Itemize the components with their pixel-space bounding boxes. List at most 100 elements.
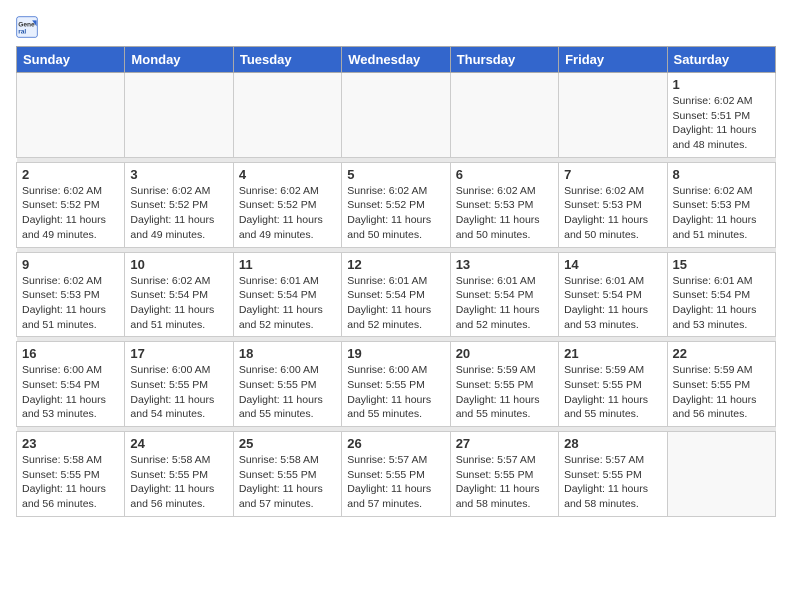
- day-info: Sunrise: 6:01 AMSunset: 5:54 PMDaylight:…: [239, 274, 336, 333]
- day-number: 12: [347, 257, 444, 272]
- day-info: Sunrise: 6:02 AMSunset: 5:53 PMDaylight:…: [673, 184, 770, 243]
- day-number: 22: [673, 346, 770, 361]
- calendar-cell: 16 Sunrise: 6:00 AMSunset: 5:54 PMDayligh…: [17, 342, 125, 427]
- calendar-cell: 24 Sunrise: 5:58 AMSunset: 5:55 PMDayligh…: [125, 432, 233, 517]
- day-number: 8: [673, 167, 770, 182]
- calendar-cell: 23 Sunrise: 5:58 AMSunset: 5:55 PMDayligh…: [17, 432, 125, 517]
- calendar-cell: 20 Sunrise: 5:59 AMSunset: 5:55 PMDayligh…: [450, 342, 558, 427]
- day-info: Sunrise: 6:02 AMSunset: 5:53 PMDaylight:…: [564, 184, 661, 243]
- day-number: 10: [130, 257, 227, 272]
- day-number: 26: [347, 436, 444, 451]
- calendar-week-3: 9Sunrise: 6:02 AMSunset: 5:53 PMDaylight…: [17, 252, 776, 337]
- calendar-cell: 2 Sunrise: 6:02 AMSunset: 5:52 PMDaylight…: [17, 162, 125, 247]
- calendar-cell: 4 Sunrise: 6:02 AMSunset: 5:52 PMDaylight…: [233, 162, 341, 247]
- calendar-week-5: 23 Sunrise: 5:58 AMSunset: 5:55 PMDayligh…: [17, 432, 776, 517]
- calendar-cell: 10 Sunrise: 6:02 AMSunset: 5:54 PMDayligh…: [125, 252, 233, 337]
- day-number: 17: [130, 346, 227, 361]
- calendar-cell: 7 Sunrise: 6:02 AMSunset: 5:53 PMDaylight…: [559, 162, 667, 247]
- logo-icon: Gene ral: [16, 16, 38, 38]
- day-number: 16: [22, 346, 119, 361]
- day-number: 19: [347, 346, 444, 361]
- day-number: 25: [239, 436, 336, 451]
- day-number: 7: [564, 167, 661, 182]
- calendar-cell: 17 Sunrise: 6:00 AMSunset: 5:55 PMDayligh…: [125, 342, 233, 427]
- day-info: Sunrise: 6:01 AMSunset: 5:54 PMDaylight:…: [347, 274, 444, 333]
- day-info: Sunrise: 5:59 AMSunset: 5:55 PMDaylight:…: [673, 363, 770, 422]
- day-info: Sunrise: 5:59 AMSunset: 5:55 PMDaylight:…: [564, 363, 661, 422]
- calendar-cell: 6 Sunrise: 6:02 AMSunset: 5:53 PMDaylight…: [450, 162, 558, 247]
- day-info: Sunrise: 6:02 AMSunset: 5:54 PMDaylight:…: [130, 274, 227, 333]
- calendar-cell: 9Sunrise: 6:02 AMSunset: 5:53 PMDaylight…: [17, 252, 125, 337]
- weekday-header-friday: Friday: [559, 47, 667, 73]
- calendar-week-4: 16 Sunrise: 6:00 AMSunset: 5:54 PMDayligh…: [17, 342, 776, 427]
- calendar-cell: [17, 73, 125, 158]
- day-info: Sunrise: 5:58 AMSunset: 5:55 PMDaylight:…: [130, 453, 227, 512]
- calendar-header-row: SundayMondayTuesdayWednesdayThursdayFrid…: [17, 47, 776, 73]
- weekday-header-thursday: Thursday: [450, 47, 558, 73]
- calendar-cell: [342, 73, 450, 158]
- day-info: Sunrise: 6:01 AMSunset: 5:54 PMDaylight:…: [564, 274, 661, 333]
- day-number: 11: [239, 257, 336, 272]
- day-info: Sunrise: 6:00 AMSunset: 5:55 PMDaylight:…: [130, 363, 227, 422]
- day-number: 27: [456, 436, 553, 451]
- day-number: 15: [673, 257, 770, 272]
- calendar-cell: 18 Sunrise: 6:00 AMSunset: 5:55 PMDayligh…: [233, 342, 341, 427]
- svg-text:ral: ral: [18, 29, 26, 36]
- weekday-header-monday: Monday: [125, 47, 233, 73]
- day-number: 2: [22, 167, 119, 182]
- day-number: 14: [564, 257, 661, 272]
- day-info: Sunrise: 5:58 AMSunset: 5:55 PMDaylight:…: [239, 453, 336, 512]
- calendar-cell: 27 Sunrise: 5:57 AMSunset: 5:55 PMDayligh…: [450, 432, 558, 517]
- calendar-week-1: 1Sunrise: 6:02 AMSunset: 5:51 PMDaylight…: [17, 73, 776, 158]
- calendar-cell: 28 Sunrise: 5:57 AMSunset: 5:55 PMDayligh…: [559, 432, 667, 517]
- calendar-cell: 12 Sunrise: 6:01 AMSunset: 5:54 PMDayligh…: [342, 252, 450, 337]
- day-info: Sunrise: 6:02 AMSunset: 5:52 PMDaylight:…: [347, 184, 444, 243]
- day-info: Sunrise: 6:01 AMSunset: 5:54 PMDaylight:…: [673, 274, 770, 333]
- day-info: Sunrise: 5:59 AMSunset: 5:55 PMDaylight:…: [456, 363, 553, 422]
- day-number: 1: [673, 77, 770, 92]
- day-number: 5: [347, 167, 444, 182]
- calendar-cell: 14 Sunrise: 6:01 AMSunset: 5:54 PMDayligh…: [559, 252, 667, 337]
- day-number: 28: [564, 436, 661, 451]
- calendar-cell: 25 Sunrise: 5:58 AMSunset: 5:55 PMDayligh…: [233, 432, 341, 517]
- day-info: Sunrise: 6:02 AMSunset: 5:53 PMDaylight:…: [456, 184, 553, 243]
- day-info: Sunrise: 6:00 AMSunset: 5:55 PMDaylight:…: [239, 363, 336, 422]
- calendar-cell: 19Sunrise: 6:00 AMSunset: 5:55 PMDayligh…: [342, 342, 450, 427]
- calendar-cell: 1Sunrise: 6:02 AMSunset: 5:51 PMDaylight…: [667, 73, 775, 158]
- calendar-cell: [667, 432, 775, 517]
- day-number: 23: [22, 436, 119, 451]
- calendar-cell: 11 Sunrise: 6:01 AMSunset: 5:54 PMDayligh…: [233, 252, 341, 337]
- day-number: 3: [130, 167, 227, 182]
- day-number: 4: [239, 167, 336, 182]
- day-number: 21: [564, 346, 661, 361]
- day-info: Sunrise: 5:57 AMSunset: 5:55 PMDaylight:…: [456, 453, 553, 512]
- day-number: 13: [456, 257, 553, 272]
- day-info: Sunrise: 6:02 AMSunset: 5:52 PMDaylight:…: [130, 184, 227, 243]
- day-info: Sunrise: 6:01 AMSunset: 5:54 PMDaylight:…: [456, 274, 553, 333]
- day-number: 18: [239, 346, 336, 361]
- day-number: 24: [130, 436, 227, 451]
- calendar: SundayMondayTuesdayWednesdayThursdayFrid…: [16, 46, 776, 517]
- day-info: Sunrise: 5:58 AMSunset: 5:55 PMDaylight:…: [22, 453, 119, 512]
- calendar-cell: 8 Sunrise: 6:02 AMSunset: 5:53 PMDaylight…: [667, 162, 775, 247]
- day-number: 6: [456, 167, 553, 182]
- weekday-header-saturday: Saturday: [667, 47, 775, 73]
- day-info: Sunrise: 5:57 AMSunset: 5:55 PMDaylight:…: [347, 453, 444, 512]
- weekday-header-tuesday: Tuesday: [233, 47, 341, 73]
- calendar-cell: 13 Sunrise: 6:01 AMSunset: 5:54 PMDayligh…: [450, 252, 558, 337]
- calendar-cell: [125, 73, 233, 158]
- calendar-cell: 26 Sunrise: 5:57 AMSunset: 5:55 PMDayligh…: [342, 432, 450, 517]
- calendar-cell: [450, 73, 558, 158]
- day-number: 20: [456, 346, 553, 361]
- day-info: Sunrise: 6:00 AMSunset: 5:54 PMDaylight:…: [22, 363, 119, 422]
- day-number: 9: [22, 257, 119, 272]
- header: Gene ral: [16, 16, 776, 38]
- calendar-cell: 21 Sunrise: 5:59 AMSunset: 5:55 PMDayligh…: [559, 342, 667, 427]
- calendar-cell: [233, 73, 341, 158]
- calendar-cell: 15 Sunrise: 6:01 AMSunset: 5:54 PMDayligh…: [667, 252, 775, 337]
- day-info: Sunrise: 6:02 AMSunset: 5:52 PMDaylight:…: [239, 184, 336, 243]
- svg-text:Gene: Gene: [18, 21, 35, 28]
- day-info: Sunrise: 6:02 AMSunset: 5:52 PMDaylight:…: [22, 184, 119, 243]
- day-info: Sunrise: 5:57 AMSunset: 5:55 PMDaylight:…: [564, 453, 661, 512]
- calendar-cell: 22 Sunrise: 5:59 AMSunset: 5:55 PMDayligh…: [667, 342, 775, 427]
